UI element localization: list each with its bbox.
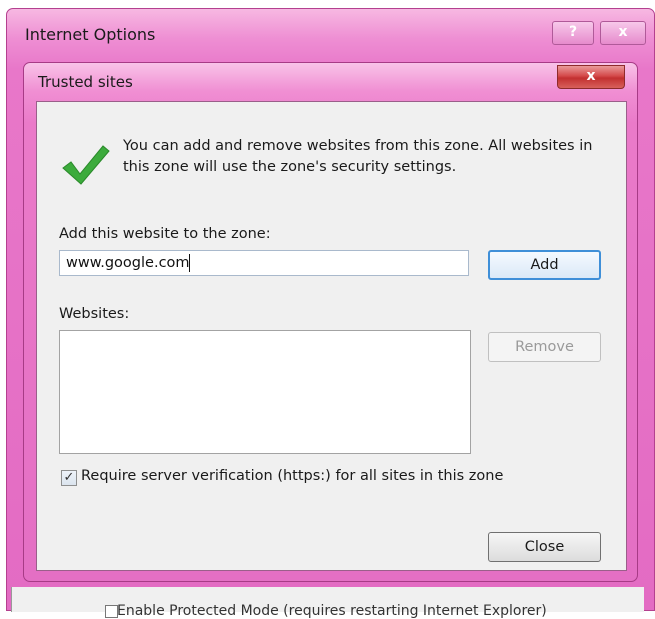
trusted-sites-dialog: Trusted sites x You can add and remove w… <box>23 62 638 582</box>
window-title: Internet Options <box>25 25 156 44</box>
website-url-input[interactable] <box>59 250 469 276</box>
websites-label: Websites: <box>59 306 130 322</box>
close-button[interactable]: Close <box>488 532 601 562</box>
remove-button[interactable]: Remove <box>488 332 601 362</box>
add-website-label: Add this website to the zone: <box>59 226 271 242</box>
dialog-close-button[interactable]: x <box>557 65 625 89</box>
window-close-button[interactable]: x <box>600 21 646 45</box>
websites-list[interactable] <box>59 330 471 454</box>
dialog-client-area: You can add and remove websites from thi… <box>36 101 627 571</box>
text-caret <box>189 254 190 272</box>
help-button[interactable]: ? <box>552 21 594 45</box>
require-verification-label: Require server verification (https:) for… <box>81 468 504 484</box>
add-button[interactable]: Add <box>488 250 601 280</box>
green-check-icon <box>62 145 110 185</box>
require-verification-checkbox[interactable]: ✓ <box>61 470 77 486</box>
dialog-title: Trusted sites <box>38 73 133 91</box>
protected-mode-label: Enable Protected Mode (requires restarti… <box>117 603 547 619</box>
intro-text: You can add and remove websites from thi… <box>123 138 593 175</box>
